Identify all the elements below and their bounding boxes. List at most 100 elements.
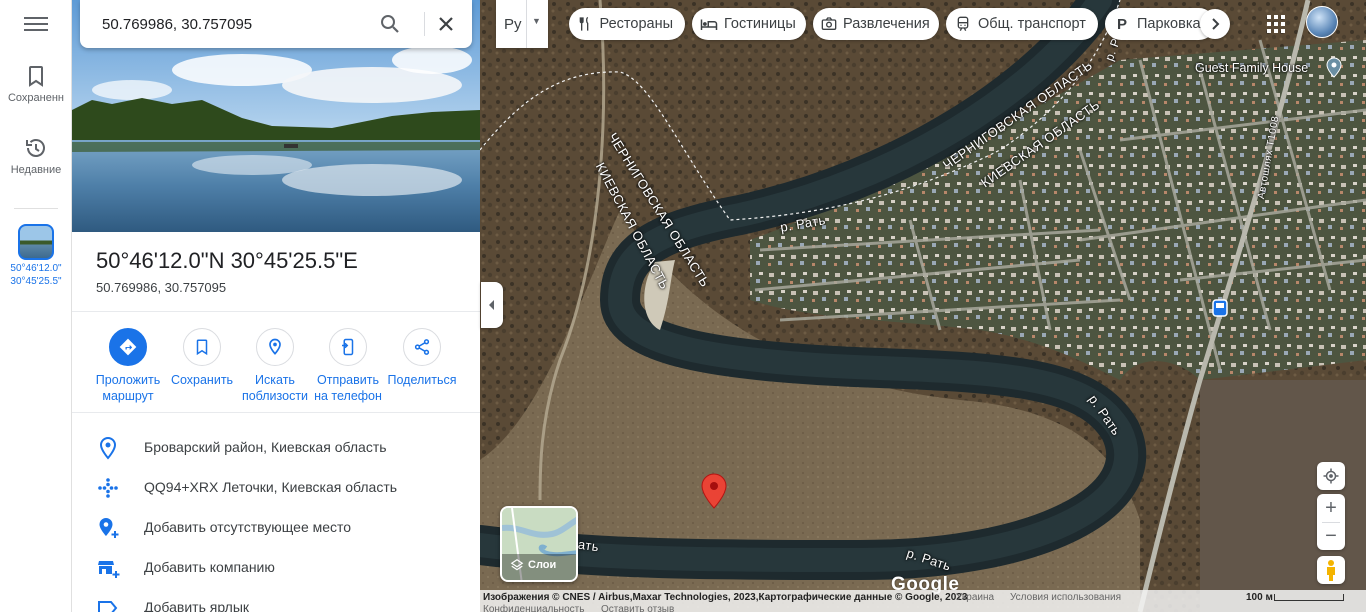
- plus-code-text: QQ94+XRX Леточки, Киевская область: [144, 479, 398, 495]
- chip-restaurants-label: Рестораны: [599, 16, 673, 32]
- divider: [72, 412, 480, 413]
- my-location-button[interactable]: [1317, 462, 1345, 490]
- input-language-divider: [526, 0, 527, 48]
- rail-saved-label: Сохраненн: [7, 92, 64, 104]
- save-label: Сохранить: [170, 373, 234, 387]
- recent-place-label[interactable]: 50°46'12.0" 30°45'25.5": [0, 262, 72, 288]
- zoom-in-button[interactable]: +: [1317, 494, 1345, 522]
- chevron-down-icon[interactable]: ▼: [532, 16, 541, 26]
- add-label-row[interactable]: Добавить ярлык: [72, 588, 480, 612]
- nearby-label-2: поблизости: [241, 389, 309, 403]
- nearby-icon: [269, 338, 281, 355]
- menu-icon[interactable]: [24, 14, 48, 34]
- directions-button[interactable]: Проложить маршрут: [92, 328, 164, 404]
- share-icon: [414, 339, 430, 355]
- feedback-link[interactable]: Оставить отзыв: [601, 604, 674, 612]
- send-to-phone-icon: [342, 338, 354, 356]
- save-button[interactable]: Сохранить: [166, 328, 238, 388]
- nearby-label-1: Искать: [255, 373, 295, 387]
- zoom-out-button[interactable]: −: [1317, 522, 1345, 550]
- add-business-row[interactable]: Добавить компанию: [72, 548, 480, 588]
- chip-transit-label: Общ. транспорт: [978, 16, 1086, 32]
- plus-code-icon: [98, 478, 118, 498]
- search-input[interactable]: [102, 12, 372, 36]
- share-button[interactable]: Поделиться: [386, 328, 458, 388]
- search-divider: [424, 12, 425, 36]
- input-language-code: Ру: [504, 16, 522, 33]
- chevron-left-icon: [489, 300, 494, 310]
- country-link[interactable]: Украина: [956, 592, 994, 603]
- rail-recent[interactable]: Недавние: [0, 136, 72, 176]
- chevron-right-icon: [1212, 18, 1220, 30]
- add-place-icon: [99, 518, 119, 538]
- chip-transit[interactable]: Общ. транспорт: [946, 8, 1098, 40]
- restaurant-icon: [577, 15, 594, 33]
- parking-icon: P: [1116, 15, 1127, 33]
- collapse-panel-button[interactable]: [481, 282, 503, 328]
- street-view-pegman[interactable]: [1317, 556, 1345, 584]
- search-icon[interactable]: [378, 12, 402, 36]
- add-business-text: Добавить компанию: [144, 559, 275, 575]
- terms-link[interactable]: Условия использования: [1010, 592, 1121, 603]
- send-to-phone-button[interactable]: Отправить на телефон: [312, 328, 384, 404]
- river-label: ать: [577, 536, 601, 555]
- map-footer: Изображения © CNES / Airbus,Maxar Techno…: [480, 590, 1366, 612]
- input-language-selector[interactable]: Ру ▼: [496, 0, 548, 48]
- bookmark-icon: [196, 339, 208, 356]
- nearby-button[interactable]: Искать поблизости: [239, 328, 311, 404]
- poi-label[interactable]: Guest Family House: [1195, 61, 1308, 75]
- directions-label-2: маршрут: [102, 389, 154, 403]
- add-place-text: Добавить отсутствующее место: [144, 519, 352, 535]
- left-rail: Сохраненн Недавние 50°46'12.0" 30°45'25.…: [0, 0, 72, 612]
- directions-label-1: Проложить: [95, 373, 161, 387]
- label-icon: [98, 601, 118, 612]
- action-buttons: Проложить маршрут Сохранить Искать побли…: [92, 328, 464, 408]
- search-box: [80, 0, 472, 48]
- chips-next-button[interactable]: [1200, 9, 1230, 39]
- chip-hotels-label: Гостиницы: [724, 16, 796, 32]
- chip-parking[interactable]: P Парковка: [1105, 8, 1215, 40]
- place-coordinates: 50.769986, 30.757095: [96, 280, 227, 295]
- address-text: Броварский район, Киевская область: [144, 439, 387, 455]
- pegman-icon: [1327, 560, 1335, 581]
- recent-place-label-line2: 30°45'25.5": [10, 276, 62, 287]
- transit-icon: [954, 15, 972, 33]
- add-place-row[interactable]: Добавить отсутствующее место: [72, 508, 480, 548]
- zoom-controls: + −: [1317, 494, 1345, 550]
- rail-saved[interactable]: Сохраненн: [0, 64, 72, 104]
- scale-bar[interactable]: [1274, 594, 1344, 601]
- plus-code-row[interactable]: QQ94+XRX Леточки, Киевская область: [72, 468, 480, 508]
- bookmark-icon: [29, 66, 43, 87]
- place-title: 50°46'12.0"N 30°45'25.5"E: [96, 248, 358, 273]
- chip-hotels[interactable]: Гостиницы: [692, 8, 806, 40]
- chip-entertainment[interactable]: Развлечения: [813, 8, 939, 40]
- scale-label[interactable]: 100 м: [1246, 592, 1273, 603]
- history-icon: [26, 139, 45, 157]
- recent-place-label-line1: 50°46'12.0": [10, 263, 62, 274]
- avatar[interactable]: [1306, 6, 1338, 38]
- location-pin-icon: [99, 436, 117, 460]
- close-icon[interactable]: [434, 12, 458, 36]
- camera-icon: [821, 15, 837, 33]
- divider: [72, 311, 480, 312]
- address-row[interactable]: Броварский район, Киевская область: [72, 428, 480, 468]
- chip-entertainment-label: Развлечения: [843, 16, 930, 32]
- recent-place-thumbnail[interactable]: [18, 224, 54, 260]
- privacy-link[interactable]: Конфиденциальность: [483, 604, 584, 612]
- layers-button[interactable]: Слои: [500, 506, 578, 582]
- add-business-icon: [98, 561, 120, 578]
- add-label-text: Добавить ярлык: [144, 599, 250, 612]
- imagery-attribution: Изображения © CNES / Airbus,Maxar Techno…: [483, 592, 968, 603]
- hotel-icon: [700, 15, 718, 33]
- layers-label: Слои: [528, 559, 557, 571]
- map-canvas[interactable]: [480, 0, 1366, 612]
- layers-icon: [510, 559, 524, 571]
- send-to-phone-label-1: Отправить: [317, 373, 379, 387]
- place-panel: 50°46'12.0"N 30°45'25.5"E 50.769986, 30.…: [72, 0, 480, 612]
- send-to-phone-label-2: на телефон: [314, 389, 382, 403]
- chip-restaurants[interactable]: Рестораны: [569, 8, 685, 40]
- directions-icon: [119, 338, 137, 356]
- chip-parking-label: Парковка: [1137, 16, 1201, 32]
- rail-divider: [14, 208, 58, 209]
- apps-grid-icon[interactable]: [1266, 14, 1286, 34]
